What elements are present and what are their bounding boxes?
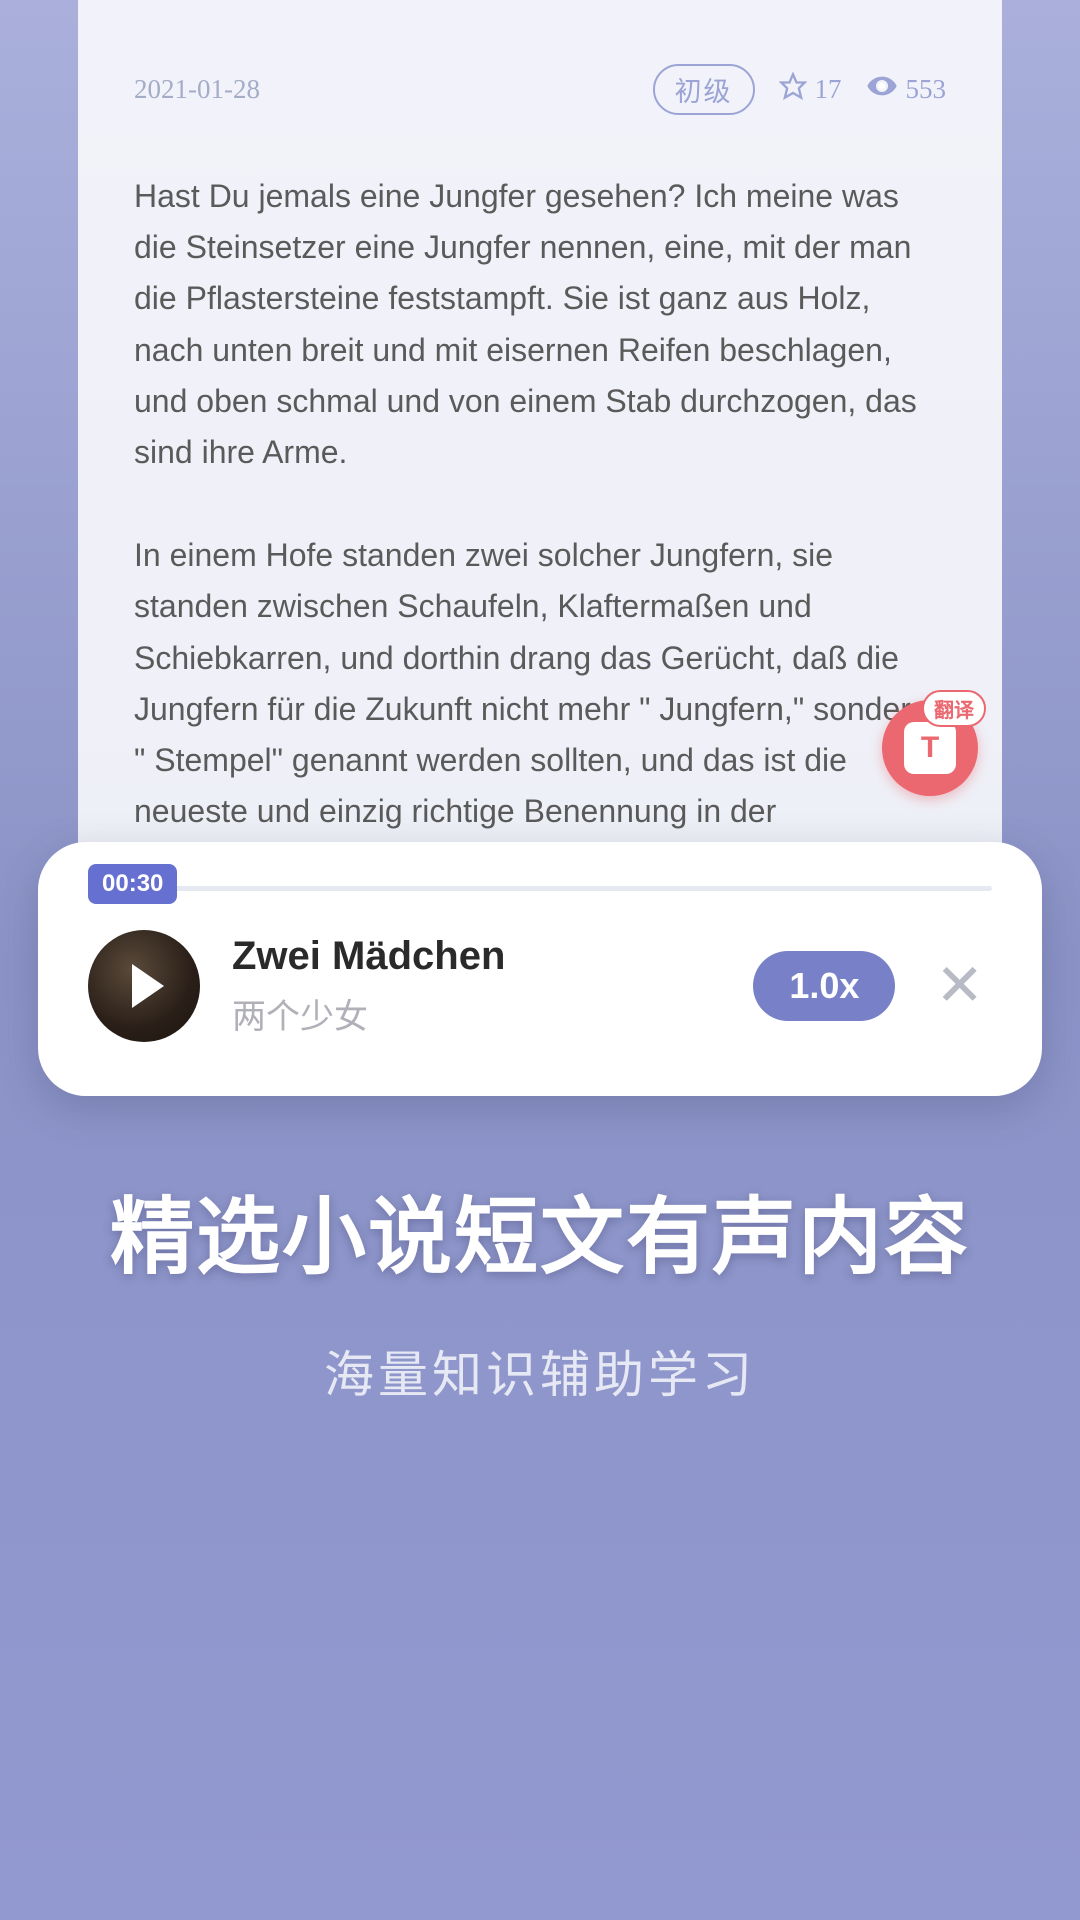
star-count: 17 — [815, 74, 842, 105]
track-subtitle: 两个少女 — [232, 989, 721, 1038]
play-icon — [88, 930, 200, 1042]
article-paragraph: Hast Du jemals eine Jungfer gesehen? Ich… — [134, 171, 946, 478]
progress-track — [88, 886, 992, 891]
level-badge[interactable]: 初级 — [653, 64, 755, 115]
star-icon — [779, 72, 807, 107]
track-thumbnail[interactable] — [88, 930, 200, 1042]
article-paragraph: In einem Hofe standen zwei solcher Jungf… — [134, 530, 946, 870]
view-stat: 553 — [866, 70, 947, 109]
translate-button[interactable]: T 翻译 — [882, 700, 978, 796]
close-icon[interactable]: ✕ — [927, 957, 992, 1015]
promo-section: 精选小说短文有声内容 海量知识辅助学习 — [0, 1170, 1080, 1407]
article-body[interactable]: Hast Du jemals eine Jungfer gesehen? Ich… — [134, 171, 946, 870]
progress-row[interactable]: 00:30 — [88, 882, 992, 894]
promo-title: 精选小说短文有声内容 — [0, 1170, 1080, 1291]
article-date: 2021-01-28 — [134, 74, 260, 105]
time-badge: 00:30 — [88, 864, 177, 904]
promo-subtitle: 海量知识辅助学习 — [0, 1335, 1080, 1407]
audio-player-card: 00:30 Zwei Mädchen 两个少女 1.0x ✕ — [38, 842, 1042, 1096]
player-body: Zwei Mädchen 两个少女 1.0x ✕ — [88, 930, 992, 1042]
playback-speed-button[interactable]: 1.0x — [753, 951, 895, 1021]
track-title: Zwei Mädchen — [232, 934, 721, 979]
translate-tag: 翻译 — [922, 690, 986, 727]
translate-icon: T — [904, 722, 956, 774]
eye-icon — [866, 70, 898, 109]
article-meta-right: 初级 17 553 — [653, 64, 947, 115]
article-meta-row: 2021-01-28 初级 17 553 — [134, 64, 946, 115]
track-info: Zwei Mädchen 两个少女 — [232, 934, 721, 1038]
article-card: 2021-01-28 初级 17 553 Hast Du jemals eine… — [78, 0, 1002, 870]
view-count: 553 — [906, 74, 947, 105]
star-stat[interactable]: 17 — [779, 72, 842, 107]
